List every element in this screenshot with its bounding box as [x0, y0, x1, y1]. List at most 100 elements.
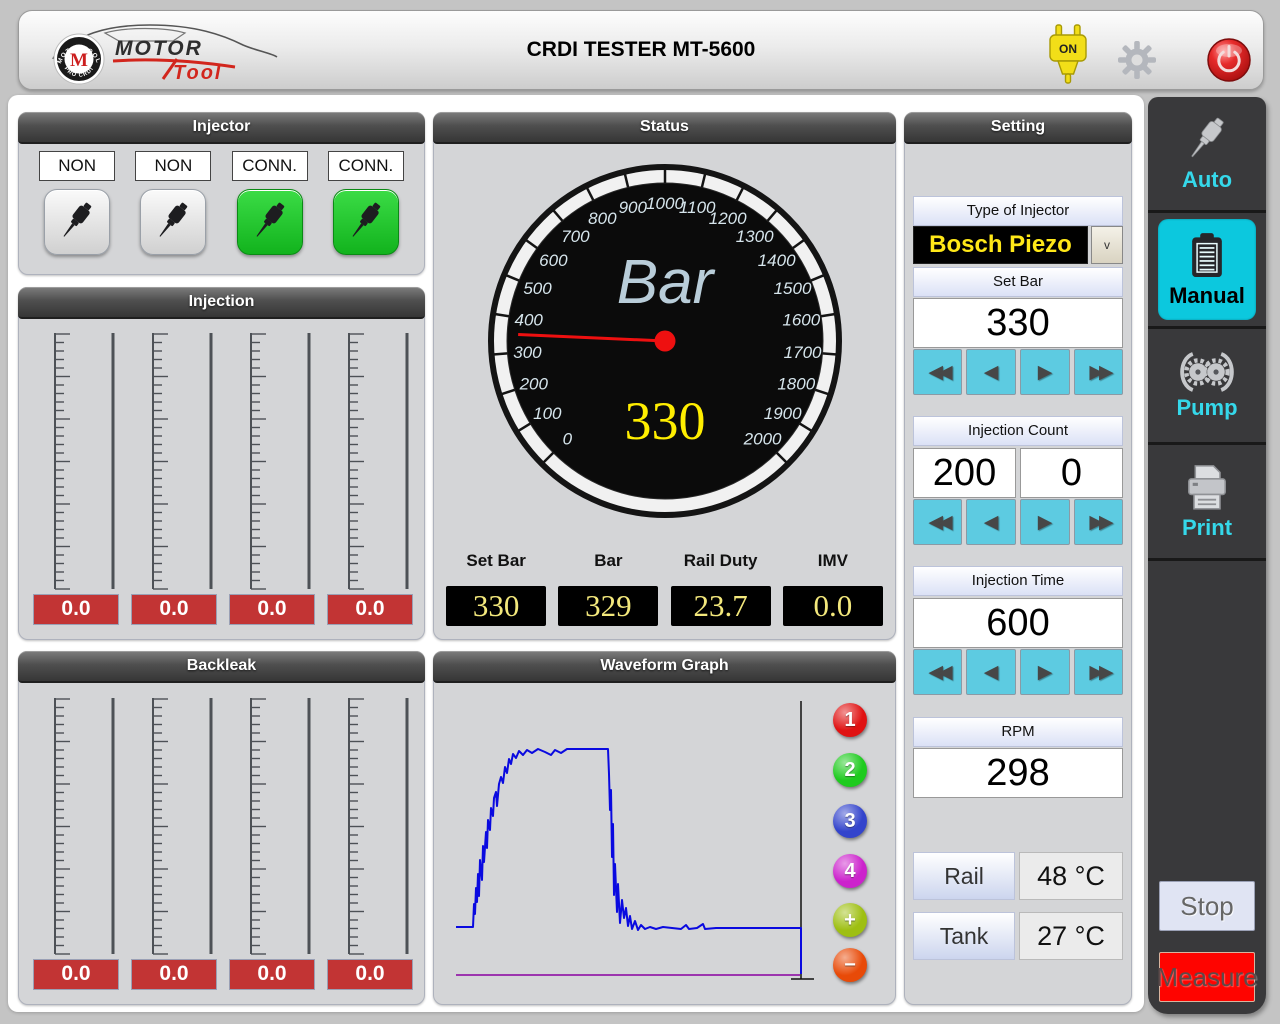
set-bar-value: 330	[913, 298, 1123, 348]
vertical-scale	[27, 332, 125, 590]
injector3-status: CONN.	[232, 151, 308, 181]
injection-panel: Injection 0.0 0.0 0.0 0.0	[18, 287, 425, 640]
tank-temperature-row: Tank 27 °C	[913, 912, 1123, 960]
readout-label: Rail Duty	[684, 551, 758, 571]
fast-decrease-button[interactable]: ◀◀	[913, 499, 962, 545]
sidebar-item-label: Print	[1182, 515, 1232, 541]
vertical-scale	[223, 332, 321, 590]
settings-gear-icon[interactable]	[1117, 40, 1157, 80]
injection-gauge-1: 0.0	[27, 332, 125, 625]
increase-button[interactable]: ▶	[1020, 649, 1070, 695]
sidebar-item-label: Pump	[1176, 395, 1237, 421]
dropdown-arrow-button[interactable]: v	[1091, 226, 1123, 264]
increase-button[interactable]: ▶	[1020, 349, 1070, 395]
vertical-scale	[27, 697, 125, 955]
readout-value: 330	[446, 586, 546, 626]
injector-icon	[150, 199, 196, 245]
injector2-button[interactable]	[140, 189, 206, 255]
power-button-icon[interactable]	[1206, 37, 1252, 83]
gauge-unit-label: Bar	[617, 248, 716, 317]
injector-button-row	[29, 189, 414, 255]
motortool-logo: M MOTORTOOL PRO CRDI MOTOR Tool	[45, 17, 295, 85]
backleak-gauge-2: 0.0	[125, 697, 223, 990]
injector4-button[interactable]	[333, 189, 399, 255]
injection-count-values: 200 0	[913, 448, 1123, 498]
svg-text:400: 400	[515, 310, 544, 329]
readout-rail-duty: Rail Duty 23.7	[665, 551, 777, 626]
waveform-graph-panel: Waveform Graph 1 2 3 4 + −	[433, 651, 896, 1005]
readout-value: 0.0	[783, 586, 883, 626]
sidebar-item-auto[interactable]: Auto	[1148, 97, 1266, 213]
backleak1-value: 0.0	[33, 959, 119, 990]
decrease-button[interactable]: ◀	[966, 499, 1016, 545]
gauge-needle-hub	[655, 331, 676, 352]
sidebar-item-print[interactable]: Print	[1148, 445, 1266, 561]
injector-status-row: NON NON CONN. CONN.	[29, 151, 414, 181]
type-of-injector-label: Type of Injector	[913, 196, 1123, 226]
injection-count-stepper: ◀◀ ◀ ▶ ▶▶	[913, 499, 1123, 545]
power-plug-on-icon[interactable]: ON	[1045, 23, 1091, 85]
pressure-gauge: 0100200300400500600700800900100011001200…	[485, 161, 845, 521]
fast-increase-button[interactable]: ▶▶	[1074, 649, 1123, 695]
svg-text:500: 500	[523, 279, 552, 298]
injector-voltage-trace	[456, 749, 801, 974]
crdi-tester-app: M MOTORTOOL PRO CRDI MOTOR Tool CRDI TES…	[0, 0, 1280, 1024]
injection2-value: 0.0	[131, 594, 217, 625]
set-bar-stepper: ◀◀ ◀ ▶ ▶▶	[913, 349, 1123, 395]
readout-label: Bar	[594, 551, 622, 571]
injector-type-value[interactable]: Bosch Piezo	[913, 226, 1088, 264]
vertical-scale	[321, 697, 419, 955]
injection-gauge-4: 0.0	[321, 332, 419, 625]
zoom-out-button[interactable]: −	[833, 948, 867, 982]
readout-bar: Bar 329	[552, 551, 664, 626]
channel-1-button[interactable]: 1	[833, 703, 867, 737]
sidebar-item-label: Auto	[1182, 167, 1232, 193]
decrease-button[interactable]: ◀	[966, 349, 1016, 395]
injector-panel: Injector NON NON CONN. CONN.	[18, 112, 425, 275]
backleak4-value: 0.0	[327, 959, 413, 990]
status-panel-title: Status	[433, 112, 896, 144]
backleak-gauge-1: 0.0	[27, 697, 125, 990]
sidebar-item-manual[interactable]: Manual	[1148, 213, 1266, 329]
measure-button[interactable]: Measure	[1159, 952, 1255, 1002]
fast-increase-button[interactable]: ▶▶	[1074, 349, 1123, 395]
sidebar-item-pump[interactable]: Pump	[1148, 329, 1266, 445]
plug-on-label: ON	[1059, 42, 1077, 56]
decrease-button[interactable]: ◀	[966, 649, 1016, 695]
badge-letter: M	[70, 50, 88, 71]
injector1-button[interactable]	[44, 189, 110, 255]
svg-text:1400: 1400	[758, 251, 796, 270]
setting-panel: Setting Type of Injector Bosch Piezo v S…	[904, 112, 1132, 1005]
channel-3-button[interactable]: 3	[833, 804, 867, 838]
injection3-value: 0.0	[229, 594, 315, 625]
rpm-label: RPM	[913, 717, 1123, 747]
svg-text:0: 0	[563, 430, 573, 449]
backleak2-value: 0.0	[131, 959, 217, 990]
backleak-panel-title: Backleak	[18, 651, 425, 683]
injector1-status: NON	[39, 151, 115, 181]
channel-2-button[interactable]: 2	[833, 753, 867, 787]
injector3-button[interactable]	[237, 189, 303, 255]
zoom-in-button[interactable]: +	[833, 903, 867, 937]
svg-text:800: 800	[588, 209, 617, 228]
injection-time-label: Injection Time	[913, 566, 1123, 596]
tank-temp-value: 27 °C	[1019, 912, 1123, 960]
injection-time-value: 600	[913, 598, 1123, 648]
injection-panel-title: Injection	[18, 287, 425, 319]
setting-panel-title: Setting	[904, 112, 1132, 144]
svg-text:1900: 1900	[764, 404, 802, 423]
stop-button[interactable]: Stop	[1159, 881, 1255, 931]
svg-text:1700: 1700	[784, 343, 822, 362]
readout-imv: IMV 0.0	[777, 551, 889, 626]
fast-increase-button[interactable]: ▶▶	[1074, 499, 1123, 545]
svg-text:100: 100	[533, 404, 562, 423]
increase-button[interactable]: ▶	[1020, 499, 1070, 545]
injection-count-label: Injection Count	[913, 416, 1123, 446]
logo-badge: M MOTORTOOL PRO CRDI	[54, 34, 104, 84]
status-readouts-row: Set Bar 330 Bar 329 Rail Duty 23.7 IMV 0…	[440, 551, 889, 626]
fast-decrease-button[interactable]: ◀◀	[913, 349, 962, 395]
readout-value: 23.7	[671, 586, 771, 626]
channel-4-button[interactable]: 4	[833, 854, 867, 888]
brand-tool-text: Tool	[173, 62, 222, 84]
fast-decrease-button[interactable]: ◀◀	[913, 649, 962, 695]
